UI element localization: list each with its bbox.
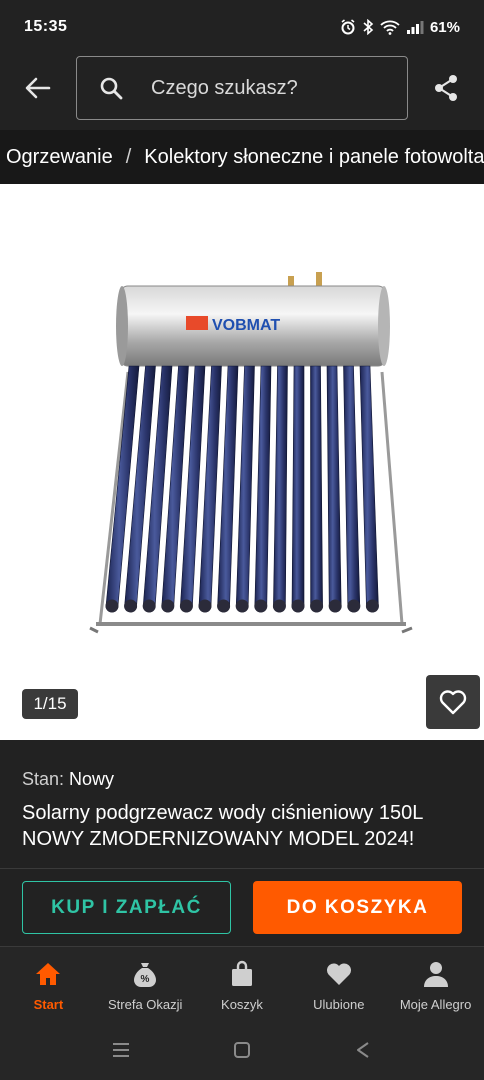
tube-end-cap [142,599,156,613]
system-navigation-bar [0,1024,484,1080]
wifi-icon [380,19,400,35]
battery-level: 61% [429,18,460,36]
nav-label: Moje Allegro [399,997,472,1012]
breadcrumb-item-heating[interactable]: Ogrzewanie [6,146,113,169]
nav-item-favorites[interactable]: Ulubione [290,947,387,1024]
tube-end-cap [347,599,361,613]
image-counter: 1/15 [22,689,78,719]
tube-end-cap [235,599,249,613]
product-condition: Stan: Nowy [22,769,462,790]
purchase-actions: KUP I ZAPŁAĆ DO KOSZYKA [0,868,484,946]
home-nav-icon[interactable] [232,1040,252,1065]
product-title: Solarny podgrzewacz wody ciśnieniowy 150… [22,802,423,850]
tube-end-cap [217,599,231,613]
vacuum-tube [326,365,342,613]
breadcrumb-separator: / [125,145,132,168]
share-icon [435,75,457,101]
tube-end-cap [254,599,268,613]
vacuum-tube [359,365,379,613]
heart-outline-icon [439,690,467,715]
buy-now-button[interactable]: KUP I ZAPŁAĆ [22,881,231,934]
add-to-cart-button[interactable]: DO KOSZYKA [253,881,462,934]
back-button[interactable] [0,54,76,122]
search-placeholder: Czego szukasz? [151,76,298,99]
nav-label: Ulubione [313,997,365,1012]
alarm-icon [340,19,356,35]
tube-end-cap [179,599,193,613]
vacuum-tube [291,365,305,613]
arrow-left-icon [25,77,51,99]
user-icon [421,959,451,989]
deals-bag-icon: % [130,959,160,989]
product-info: Stan: Nowy Solarny podgrzewacz wody ciśn… [0,740,484,868]
nav-label: Strefa Okazji [107,997,183,1012]
tube-end-cap [328,599,342,613]
tank-brand-logo: VOBMAT [212,317,280,334]
search-icon [100,77,123,100]
nav-item-my-allegro[interactable]: Moje Allegro [387,947,484,1024]
vacuum-tube [273,365,288,613]
nav-item-start[interactable]: Start [0,947,97,1024]
tube-end-cap [365,599,379,613]
recent-apps-icon[interactable] [111,1041,131,1064]
tube-end-cap [161,599,175,613]
vacuum-tube [217,365,239,613]
nav-item-deals[interactable]: % Strefa Okazji [97,947,194,1024]
vacuum-tube [310,365,323,613]
share-button[interactable] [408,54,484,122]
tube-end-cap [272,599,286,613]
search-input[interactable]: Czego szukasz? [76,56,408,120]
favorite-button[interactable] [426,675,480,729]
vacuum-tube [235,365,255,613]
breadcrumb: Ogrzewanie / Kolektory słoneczne i panel… [0,130,484,184]
tube-end-cap [291,599,305,613]
bluetooth-icon [362,19,374,35]
product-gallery[interactable]: VOBMAT 1/15 [0,184,484,740]
nav-item-cart[interactable]: Koszyk [194,947,291,1024]
vacuum-tube [254,365,272,613]
condition-label: Stan: [22,769,65,789]
vacuum-tube [343,365,361,613]
tube-end-cap [310,599,324,613]
tube-end-cap [105,599,119,613]
breadcrumb-item-solar-collectors[interactable]: Kolektory słoneczne i panele fotowoltaic… [144,146,484,169]
status-bar: 15:35 61% [0,0,484,54]
signal-icon [406,19,424,35]
nav-label: Koszyk [221,997,263,1012]
tube-end-cap [124,599,138,613]
condition-value: Nowy [69,769,115,789]
home-icon [33,959,63,989]
status-icons: 61% [340,19,460,36]
svg-text:%: % [141,974,150,985]
top-bar: Czego szukasz? [0,54,484,122]
heart-icon [324,959,354,989]
tube-end-cap [198,599,212,613]
bottom-navigation: Start % Strefa Okazji Koszyk Ulubione Mo… [0,946,484,1024]
status-time: 15:35 [24,18,68,35]
solar-water-heater-image[interactable]: VOBMAT [30,254,460,674]
back-nav-icon[interactable] [353,1040,373,1065]
cart-bag-icon [227,959,257,989]
nav-label: Start [33,997,64,1012]
